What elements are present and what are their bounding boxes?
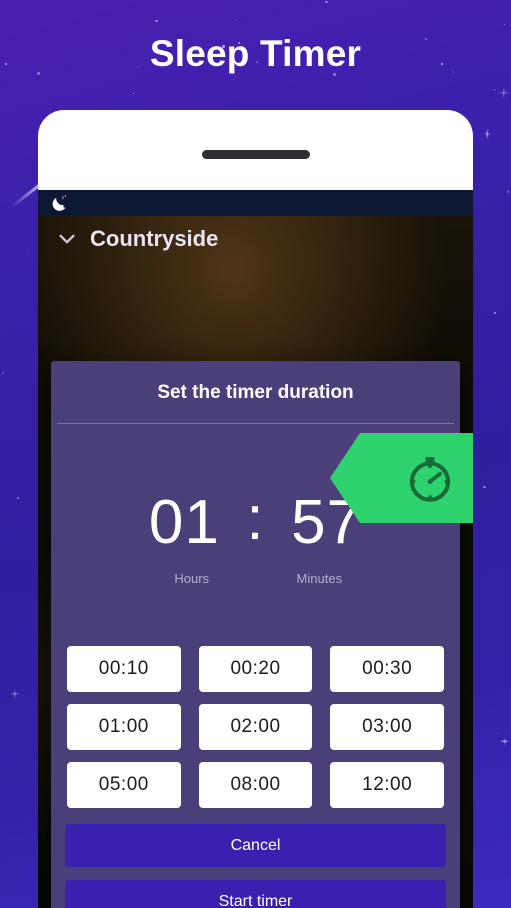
- start-timer-button[interactable]: Start timer: [65, 880, 446, 908]
- status-bar: z z: [38, 190, 473, 216]
- stopwatch-icon: [409, 456, 451, 502]
- timer-hours-label: Hours: [174, 571, 210, 586]
- preset-button[interactable]: 00:30: [330, 646, 444, 692]
- cancel-button[interactable]: Cancel: [65, 824, 446, 867]
- svg-text:z: z: [62, 195, 64, 200]
- scene-title: Countryside: [90, 226, 219, 251]
- preset-button[interactable]: 02:00: [198, 704, 313, 750]
- preset-button[interactable]: 01:00: [67, 704, 181, 750]
- preset-button[interactable]: 00:10: [67, 646, 181, 692]
- phone-mockup: z z Countryside Set the timer duration 0…: [38, 110, 473, 908]
- dialog-title: Set the timer duration: [157, 382, 354, 403]
- svg-text:z: z: [65, 194, 67, 198]
- timer-minutes-label: Minutes: [296, 571, 343, 586]
- timer-separator: :: [246, 484, 265, 553]
- timer-badge: [330, 433, 473, 523]
- scene-selector[interactable]: Countryside: [56, 226, 218, 252]
- phone-screen: z z Countryside Set the timer duration 0…: [38, 190, 473, 908]
- dialog-actions: Cancel Start timer: [51, 808, 460, 908]
- preset-button[interactable]: 00:20: [198, 646, 313, 692]
- preset-button[interactable]: 03:00: [330, 704, 444, 750]
- page-title: Sleep Timer: [149, 33, 362, 74]
- timer-duration-dialog: Set the timer duration 01: 57 Hours Min…: [51, 361, 473, 908]
- preset-button[interactable]: 05:00: [67, 762, 181, 808]
- preset-button[interactable]: 08:00: [198, 762, 313, 808]
- timer-hours-value[interactable]: 01: [136, 492, 232, 554]
- preset-duration-grid: 00:10 00:20 00:30 01:00 02:00 03:00 05:0…: [51, 586, 460, 808]
- moon-zzz-icon: z z: [52, 194, 67, 211]
- timer-unit-labels: Hours : Minutes: [51, 571, 460, 586]
- phone-speaker-grille: [201, 150, 310, 159]
- chevron-down-icon: [59, 234, 75, 244]
- preset-button[interactable]: 12:00: [330, 762, 444, 808]
